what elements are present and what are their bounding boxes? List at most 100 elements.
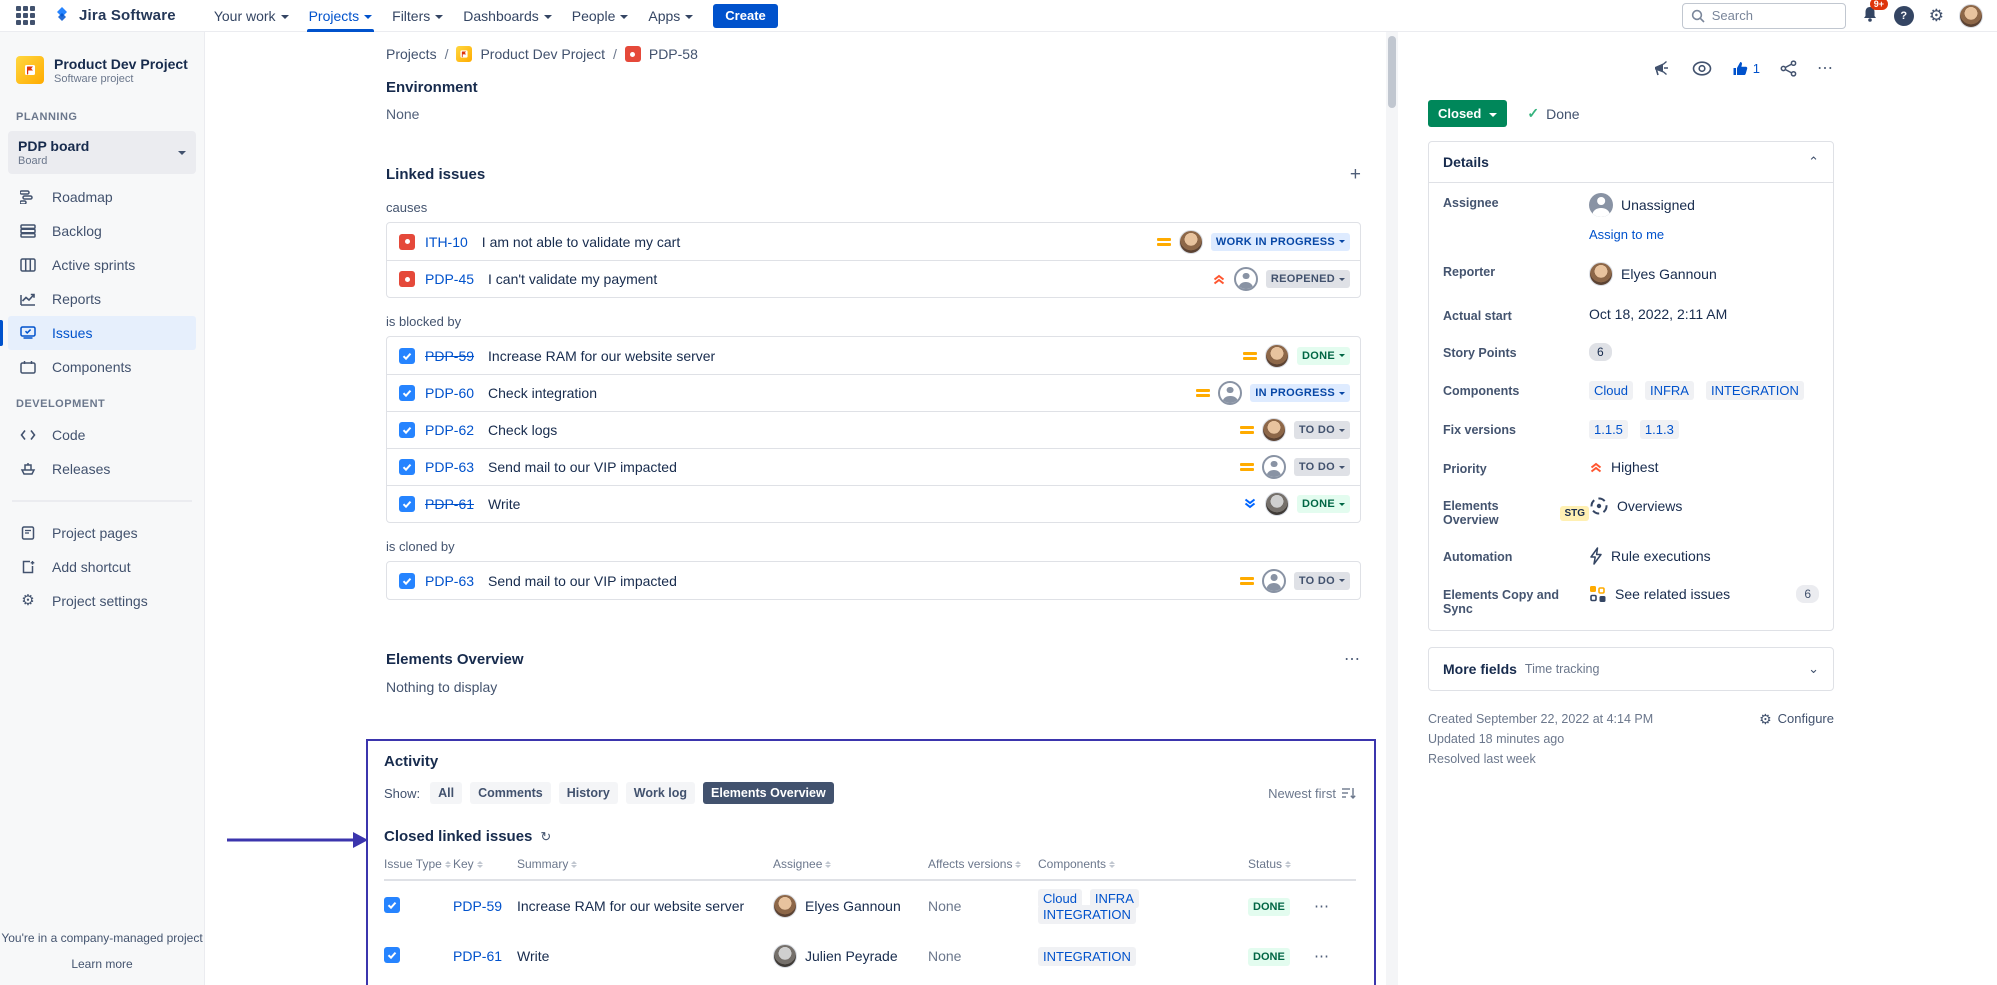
status-badge[interactable]: TO DO <box>1294 458 1350 476</box>
sidebar-item-active-sprints[interactable]: Active sprints <box>8 248 196 282</box>
search-box[interactable] <box>1682 3 1846 29</box>
issue-summary[interactable]: Send mail to our VIP impacted <box>488 573 1230 589</box>
learn-more-link[interactable]: Learn more <box>0 957 204 971</box>
row-more-options-icon[interactable] <box>1314 897 1354 915</box>
story-points-badge[interactable]: 6 <box>1589 343 1612 361</box>
issue-summary[interactable]: I am not able to validate my cart <box>482 234 1147 250</box>
rule-executions-link[interactable]: Rule executions <box>1611 548 1711 564</box>
issue-key-link[interactable]: PDP-59 <box>453 898 517 914</box>
issue-summary[interactable]: I can't validate my payment <box>488 271 1202 287</box>
column-key[interactable]: Key <box>453 857 517 871</box>
issue-summary[interactable]: Write <box>488 496 1233 512</box>
like-button[interactable]: 1 <box>1732 60 1760 77</box>
sidebar-item-roadmap[interactable]: Roadmap <box>8 180 196 214</box>
fix-version-link[interactable]: 1.1.3 <box>1640 420 1679 439</box>
issue-key-link[interactable]: PDP-59 <box>425 348 474 364</box>
status-dropdown-button[interactable]: Closed <box>1428 100 1507 127</box>
sidebar-item-project-settings[interactable]: Project settings <box>8 584 196 618</box>
status-badge[interactable]: WORK IN PROGRESS <box>1211 233 1350 251</box>
issue-key-link[interactable]: PDP-61 <box>453 948 517 964</box>
issue-key-link[interactable]: ITH-10 <box>425 234 468 250</box>
issue-summary[interactable]: Send mail to our VIP impacted <box>488 459 1230 475</box>
create-button[interactable]: Create <box>713 4 777 28</box>
reporter-value[interactable]: Elyes Gannoun <box>1621 266 1717 282</box>
jira-logo[interactable]: Jira Software <box>52 6 176 26</box>
settings-gear-icon[interactable] <box>1929 7 1944 24</box>
unassigned-avatar-icon[interactable] <box>1234 267 1258 291</box>
issue-key-link[interactable]: PDP-61 <box>425 496 474 512</box>
user-avatar[interactable] <box>1959 4 1983 28</box>
sidebar-item-releases[interactable]: Releases <box>8 452 196 486</box>
column-summary[interactable]: Summary <box>517 857 773 871</box>
notifications-button[interactable]: 9+ <box>1861 5 1879 26</box>
tab-all[interactable]: All <box>430 782 462 804</box>
status-badge[interactable]: DONE <box>1297 347 1350 365</box>
details-card-header[interactable]: Details <box>1429 142 1833 183</box>
unassigned-avatar-icon[interactable] <box>1218 381 1242 405</box>
unassigned-avatar-icon[interactable] <box>1262 569 1286 593</box>
status-badge[interactable]: TO DO <box>1294 572 1350 590</box>
issue-summary[interactable]: Increase RAM for our website server <box>488 348 1233 364</box>
issue-key-link[interactable]: PDP-62 <box>425 422 474 438</box>
tab-work-log[interactable]: Work log <box>626 782 695 804</box>
status-badge[interactable]: REOPENED <box>1266 270 1350 288</box>
row-more-options-icon[interactable] <box>1314 947 1354 965</box>
sort-order-button[interactable]: Newest first <box>1268 786 1356 801</box>
actual-start-value[interactable]: Oct 18, 2022, 2:11 AM <box>1589 306 1819 322</box>
sidebar-item-add-shortcut[interactable]: Add shortcut <box>8 550 196 584</box>
refresh-icon[interactable] <box>540 829 551 845</box>
assign-to-me-link[interactable]: Assign to me <box>1589 227 1819 242</box>
status-badge[interactable]: DONE <box>1297 495 1350 513</box>
overviews-link[interactable]: Overviews <box>1617 498 1682 514</box>
app-switcher-icon[interactable] <box>14 5 36 27</box>
tab-elements-overview[interactable]: Elements Overview <box>703 782 834 804</box>
component-link[interactable]: Cloud <box>1589 381 1633 400</box>
assignee-avatar[interactable] <box>1262 418 1286 442</box>
search-input[interactable] <box>1712 8 1822 23</box>
issue-summary[interactable]: Write <box>517 948 773 964</box>
breadcrumb-projects[interactable]: Projects <box>386 46 437 62</box>
nav-filters[interactable]: Filters <box>382 0 453 32</box>
status-badge[interactable]: IN PROGRESS <box>1250 384 1350 402</box>
breadcrumb-project-name[interactable]: Product Dev Project <box>480 46 605 62</box>
priority-value[interactable]: Highest <box>1611 459 1658 475</box>
help-icon[interactable] <box>1894 6 1914 26</box>
issue-summary[interactable]: Check logs <box>488 422 1230 438</box>
more-actions-icon[interactable] <box>1817 58 1834 78</box>
assignee-avatar[interactable] <box>1265 492 1289 516</box>
vertical-scrollbar[interactable] <box>1386 32 1398 985</box>
issue-key-link[interactable]: PDP-60 <box>425 385 474 401</box>
sidebar-item-project-pages[interactable]: Project pages <box>8 516 196 550</box>
assignee-value[interactable]: Unassigned <box>1621 197 1695 213</box>
column-assignee[interactable]: Assignee <box>773 857 928 871</box>
feedback-megaphone-icon[interactable] <box>1653 60 1672 77</box>
column-affects-versions[interactable]: Affects versions <box>928 857 1038 871</box>
nav-apps[interactable]: Apps <box>638 0 703 32</box>
share-icon[interactable] <box>1780 60 1797 77</box>
sidebar-item-issues[interactable]: Issues <box>8 316 196 350</box>
watch-eye-icon[interactable] <box>1692 61 1712 76</box>
sidebar-item-reports[interactable]: Reports <box>8 282 196 316</box>
see-related-issues-link[interactable]: See related issues <box>1615 586 1730 602</box>
more-options-icon[interactable] <box>1344 649 1361 669</box>
sidebar-item-code[interactable]: Code <box>8 418 196 452</box>
issue-key-link[interactable]: PDP-63 <box>425 459 474 475</box>
configure-button[interactable]: Configure <box>1759 709 1834 730</box>
more-fields-card[interactable]: More fields Time tracking <box>1428 647 1834 691</box>
column-components[interactable]: Components <box>1038 857 1248 871</box>
unassigned-avatar-icon[interactable] <box>1262 455 1286 479</box>
fix-version-link[interactable]: 1.1.5 <box>1589 420 1628 439</box>
sidebar-item-backlog[interactable]: Backlog <box>8 214 196 248</box>
issue-key-link[interactable]: PDP-63 <box>425 573 474 589</box>
assignee-avatar[interactable] <box>1265 344 1289 368</box>
board-switcher[interactable]: PDP board Board <box>8 131 196 174</box>
tab-comments[interactable]: Comments <box>470 782 551 804</box>
breadcrumb-issue-key[interactable]: PDP-58 <box>649 46 698 62</box>
component-link[interactable]: INTEGRATION <box>1038 947 1136 966</box>
component-link[interactable]: INFRA <box>1645 381 1694 400</box>
nav-people[interactable]: People <box>562 0 639 32</box>
component-link[interactable]: INTEGRATION <box>1706 381 1804 400</box>
sidebar-item-components[interactable]: Components <box>8 350 196 384</box>
column-issue-type[interactable]: Issue Type <box>384 857 453 871</box>
column-status[interactable]: Status <box>1248 857 1314 871</box>
